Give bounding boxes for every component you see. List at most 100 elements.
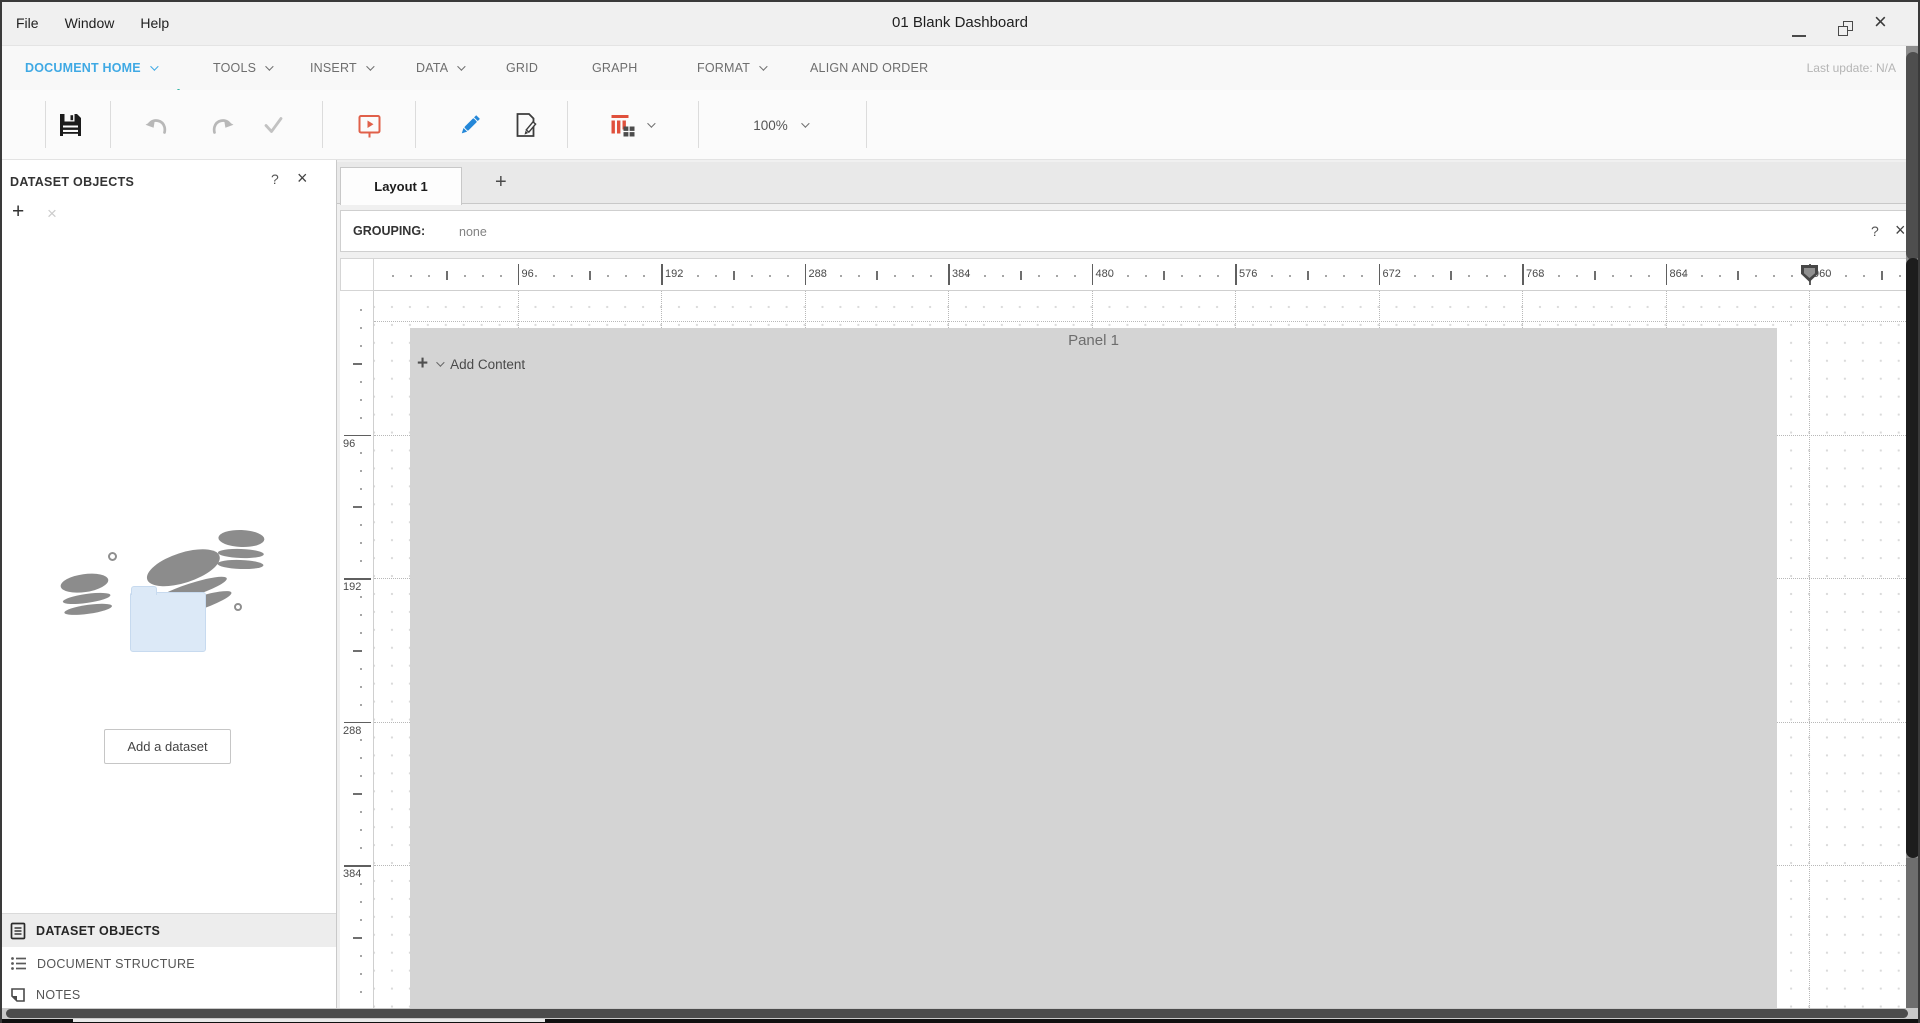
apply-button[interactable] [259, 90, 287, 160]
menu-file[interactable]: File [16, 15, 39, 31]
panel-1[interactable]: Panel 1 + Add Content [410, 328, 1777, 1008]
ruler-label: 384 [343, 868, 361, 880]
ribbon-item-align-and-order[interactable]: ALIGN AND ORDER [810, 46, 928, 90]
nav-label: DOCUMENT STRUCTURE [37, 957, 195, 971]
ruler-mid-tick [446, 271, 448, 280]
new-layout-button[interactable]: + [495, 162, 507, 202]
ribbon-item-document-home[interactable]: DOCUMENT HOME [25, 46, 156, 90]
horizontal-ruler: 96192288384480576672768864960 [374, 258, 1906, 291]
insert-visualization-button[interactable] [601, 90, 661, 160]
add-dataset-icon[interactable]: + [12, 200, 24, 224]
ruler-tick [1217, 275, 1219, 277]
vertical-scrollbar-thumb[interactable] [1906, 258, 1920, 858]
ruler-tick [410, 275, 412, 277]
vertical-scrollbar-segment[interactable] [1906, 52, 1920, 260]
close-icon[interactable]: × [1874, 8, 1887, 36]
presentation-mode-button[interactable] [354, 90, 384, 160]
ruler-mid-tick [876, 271, 878, 280]
chevron-down-icon [366, 62, 374, 70]
ruler-tick [392, 275, 394, 277]
restore-icon[interactable] [1838, 21, 1855, 38]
ruler-tick [360, 811, 362, 813]
grouping-label: GROUPING: [353, 224, 425, 238]
ruler-tick [360, 668, 362, 670]
ruler-tick [1002, 275, 1004, 277]
window-bottom-edge [0, 1019, 1920, 1023]
ruler-tick [1325, 275, 1327, 277]
ruler-major-tick [1522, 264, 1524, 285]
vertical-scrollbar[interactable] [1906, 46, 1920, 1008]
chevron-down-icon[interactable] [436, 358, 444, 366]
nav-notes[interactable]: NOTES [0, 980, 336, 1009]
pencil-icon [456, 112, 483, 139]
add-a-dataset-button[interactable]: Add a dataset [104, 729, 231, 764]
ruler-tick [360, 327, 362, 329]
ribbon-item-grid[interactable]: GRID [506, 46, 538, 90]
ribbon-item-format[interactable]: FORMAT [697, 46, 765, 90]
menu-window[interactable]: Window [65, 15, 115, 31]
ribbon-item-graph[interactable]: GRAPH [592, 46, 637, 90]
horizontal-scrollbar[interactable] [0, 1008, 1920, 1019]
ruler-major-tick [1235, 264, 1237, 285]
save-button[interactable] [55, 90, 85, 160]
edit-pencil-button[interactable] [454, 90, 484, 160]
toolbar-separator [322, 101, 323, 148]
ruler-tick [1271, 275, 1273, 277]
document-canvas[interactable]: Panel 1 + Add Content [374, 291, 1906, 1008]
ruler-mid-tick [1307, 271, 1309, 280]
ruler-major-tick [948, 264, 950, 285]
edit-note-button[interactable] [510, 90, 540, 160]
ruler-tick [1827, 275, 1829, 277]
nav-document-structure[interactable]: DOCUMENT STRUCTURE [0, 947, 336, 980]
close-icon[interactable]: × [1895, 220, 1906, 241]
ruler-tick [360, 596, 362, 598]
zoom-select[interactable]: 100% [740, 90, 820, 160]
ruler-label: 288 [809, 268, 827, 280]
ruler-tick [360, 524, 362, 526]
grouping-bar[interactable]: GROUPING: none ? × [340, 210, 1913, 252]
ruler-tick [571, 275, 573, 277]
ruler-label: 192 [665, 268, 683, 280]
help-icon[interactable]: ? [1871, 223, 1879, 239]
ruler-tick [912, 275, 914, 277]
panel-title: Panel 1 [410, 332, 1777, 349]
ribbon-item-tools[interactable]: TOOLS [213, 46, 271, 90]
check-icon [263, 116, 284, 134]
ruler-tick [1540, 275, 1542, 277]
ruler-mid-tick [1020, 271, 1022, 280]
minimize-icon[interactable] [1792, 35, 1806, 37]
ribbon-item-insert[interactable]: INSERT [310, 46, 372, 90]
ruler-label: 192 [343, 581, 361, 593]
note-edit-icon [513, 112, 538, 139]
undo-button[interactable] [141, 90, 171, 160]
ruler-label: 96 [343, 438, 355, 450]
nav-dataset-objects[interactable]: DATASET OBJECTS [0, 914, 336, 947]
toolbar-separator [567, 101, 568, 148]
add-content-control[interactable]: + Add Content [417, 356, 525, 372]
plus-icon[interactable]: + [417, 356, 428, 372]
menu-help[interactable]: Help [140, 15, 169, 31]
ruler-major-tick [1379, 264, 1381, 285]
ruler-tick [360, 381, 362, 383]
horizontal-scrollbar-thumb[interactable] [6, 1009, 1908, 1018]
ruler-major-tick [1092, 264, 1094, 285]
ruler-label: 672 [1383, 268, 1401, 280]
redo-button[interactable] [207, 90, 237, 160]
ruler-major-tick [344, 578, 371, 580]
toolbar-separator [45, 101, 46, 148]
help-icon[interactable]: ? [271, 171, 279, 187]
ruler-tick [643, 275, 645, 277]
tab-layout-1[interactable]: Layout 1 [340, 167, 462, 205]
toolbar-separator [866, 101, 867, 148]
ruler-tick [360, 309, 362, 311]
panel-boundary-line [374, 321, 1906, 322]
ruler-tick [1612, 275, 1614, 277]
ruler-tick [360, 542, 362, 544]
ruler-label: 384 [952, 268, 970, 280]
close-icon[interactable]: × [297, 168, 308, 189]
ruler-tick [607, 275, 609, 277]
ribbon-item-data[interactable]: DATA [416, 46, 463, 90]
ruler-tick [840, 275, 842, 277]
ruler-tick [1145, 275, 1147, 277]
ruler-mid-tick [1737, 271, 1739, 280]
